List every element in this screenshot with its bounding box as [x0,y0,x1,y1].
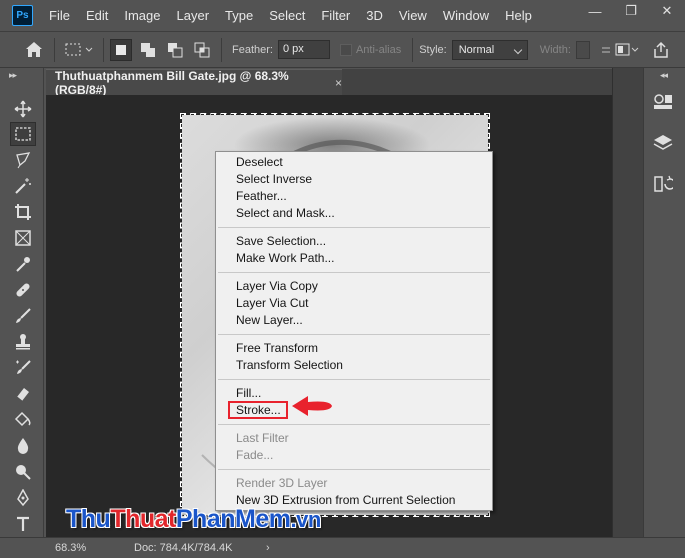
menu-separator [218,379,490,380]
menu-edit[interactable]: Edit [78,0,116,31]
feather-input[interactable]: 0 px [277,40,330,59]
menu-3d[interactable]: 3D [358,0,391,31]
menu-item-deselect[interactable]: Deselect [216,154,492,171]
intersect-selection-mode-icon[interactable] [191,39,213,61]
home-icon[interactable] [20,41,48,58]
learn-icon[interactable] [650,89,676,115]
divider [54,37,55,62]
antialias-label: Anti-alias [355,43,402,56]
restore-button[interactable]: ❐ [613,0,649,22]
feather-label: Feather: [232,43,273,56]
menu-separator [218,424,490,425]
eyedropper-icon[interactable] [10,252,36,276]
marquee-icon[interactable] [10,122,36,146]
style-label: Style: [419,43,447,56]
collapse-arrows-icon[interactable]: ◂◂ [660,70,668,81]
subtract-selection-mode-icon[interactable] [164,39,186,61]
dodge-icon[interactable] [10,460,36,484]
select-and-mask-icon[interactable] [614,42,640,58]
close-tab-icon[interactable]: × [335,76,342,90]
brush-icon[interactable] [10,304,36,328]
layers-icon[interactable] [650,130,676,156]
marquee-preset-icon[interactable] [61,42,97,58]
watermark-logo: ThuThuatPhanMem.vn [66,505,321,533]
tab-strip [342,69,612,95]
menu-type[interactable]: Type [217,0,261,31]
menu-item-transform-selection[interactable]: Transform Selection [216,357,492,374]
menu-filter[interactable]: Filter [313,0,358,31]
menu-help[interactable]: Help [497,0,540,31]
photoshop-logo-icon: Ps [12,5,33,26]
divider [412,37,414,62]
close-button[interactable]: ✕ [649,0,685,22]
menu-separator [218,272,490,273]
swap-icon[interactable] [598,45,614,55]
antialias-checkbox[interactable] [339,43,352,56]
context-menu: Deselect Select Inverse Feather... Selec… [215,151,493,511]
crop-icon[interactable] [10,200,36,224]
frame-icon[interactable] [10,226,36,250]
menu-separator [218,334,490,335]
menu-item-save-selection[interactable]: Save Selection... [216,233,492,250]
menu-item-feather[interactable]: Feather... [216,188,492,205]
menu-item-layer-via-copy[interactable]: Layer Via Copy [216,278,492,295]
menu-item-free-transform[interactable]: Free Transform [216,340,492,357]
options-bar: Feather: 0 px Anti-alias Style: Normal W… [0,31,685,68]
paint-bucket-icon[interactable] [10,408,36,432]
move-icon[interactable] [10,97,36,121]
menu-item-stroke[interactable]: Stroke... [216,402,492,419]
zoom-level[interactable]: 68.3% [55,542,86,554]
menu-item-new-layer[interactable]: New Layer... [216,312,492,329]
new-selection-mode-icon[interactable] [110,38,132,61]
collapse-arrows-icon[interactable]: ▸▸ [9,70,17,81]
annotation-arrow-icon [292,396,332,416]
menu-separator [218,469,490,470]
document-tab[interactable]: Thuthuatphanmem Bill Gate.jpg @ 68.3% (R… [46,68,342,97]
width-input[interactable] [575,40,590,59]
menu-separator [218,227,490,228]
menu-file[interactable]: File [41,0,78,31]
menu-item-fill[interactable]: Fill... [216,385,492,402]
menu-layer[interactable]: Layer [169,0,218,31]
history-brush-icon[interactable] [10,356,36,380]
document-size: Doc: 784.4K/784.4K [134,542,233,554]
window-controls: — ❐ ✕ [577,0,685,22]
add-selection-mode-icon[interactable] [137,39,159,61]
menu-bar: Ps File Edit Image Layer Type Select Fil… [0,0,685,31]
divider [221,37,222,62]
style-select[interactable]: Normal [451,39,528,60]
tools-panel: ▸▸ [0,68,44,537]
stamp-icon[interactable] [10,330,36,354]
document-tab-title: Thuthuatphanmem Bill Gate.jpg @ 68.3% (R… [55,68,289,97]
status-bar: 68.3% Doc: 784.4K/784.4K › [0,537,685,558]
eraser-icon[interactable] [10,382,36,406]
menu-item-fade: Fade... [236,448,274,462]
share-icon[interactable] [648,41,674,59]
menu-view[interactable]: View [391,0,435,31]
blur-icon[interactable] [10,434,36,458]
magic-wand-icon[interactable] [10,174,36,198]
menu-item-select-inverse[interactable]: Select Inverse [216,171,492,188]
menu-item-render-3d-layer: Render 3D Layer [236,476,328,490]
menu-item-make-work-path[interactable]: Make Work Path... [216,250,492,267]
minimize-button[interactable]: — [577,0,613,22]
menu-item-select-and-mask[interactable]: Select and Mask... [216,205,492,222]
history-icon[interactable] [650,171,676,197]
menu-image[interactable]: Image [116,0,168,31]
pen-icon[interactable] [10,486,36,510]
status-menu-arrow-icon[interactable]: › [266,542,270,554]
divider [103,37,104,62]
width-label: Width: [539,43,571,56]
healing-icon[interactable] [10,278,36,302]
menu-window[interactable]: Window [435,0,497,31]
menu-select[interactable]: Select [261,0,313,31]
lasso-icon[interactable] [10,148,36,172]
menu-item-layer-via-cut[interactable]: Layer Via Cut [216,295,492,312]
type-icon[interactable] [10,512,36,536]
menu-item-last-filter: Last Filter [236,431,289,445]
